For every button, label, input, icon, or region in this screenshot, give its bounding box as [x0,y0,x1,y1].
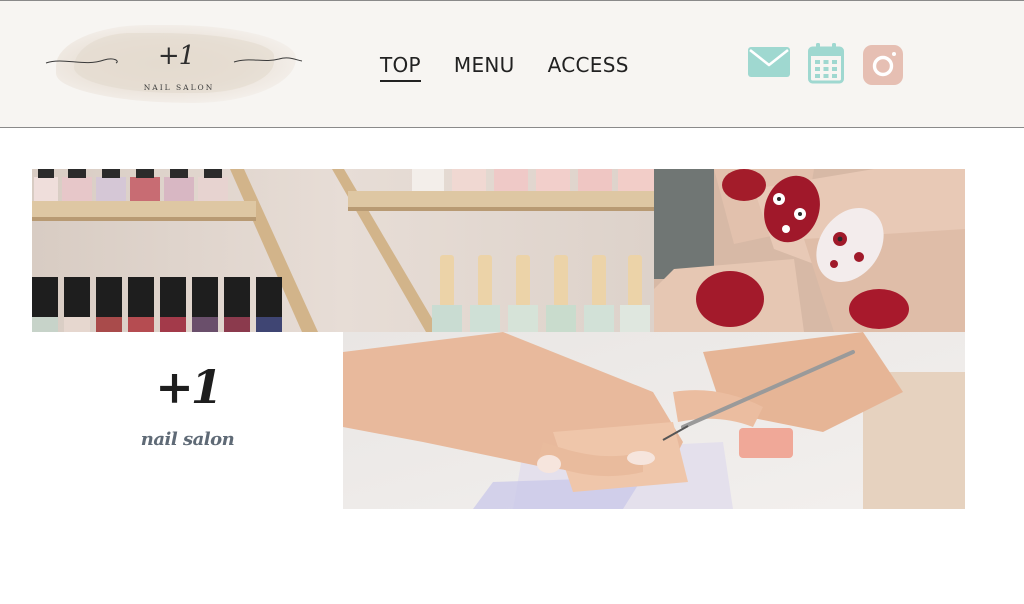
nav-top-link[interactable]: TOP [380,53,421,82]
instagram-icon[interactable] [863,45,903,85]
red-floral-nail-art-photo [654,169,965,332]
salon-logo[interactable]: +1 NAIL SALON [44,23,306,107]
brand-subtitle: nail salon [140,429,235,450]
mail-icon[interactable] [748,45,790,79]
nav-menu-link[interactable]: MENU [454,53,515,82]
nail-polish-shelf-photo [32,169,654,332]
nav-access-link[interactable]: ACCESS [548,53,629,82]
calendar-icon[interactable] [808,42,844,84]
site-header: +1 NAIL SALON TOP MENU ACCESS [0,0,1024,128]
logo-subtitle: NAIL SALON [143,83,215,92]
brand-mark: +1 [155,360,223,414]
brand-panel: +1 nail salon [32,332,343,509]
hero-collage: +1 nail salon [32,169,965,509]
main-nav: TOP MENU ACCESS [380,53,662,82]
logo-mark: +1 [157,41,195,71]
manicure-in-progress-photo [343,332,965,509]
